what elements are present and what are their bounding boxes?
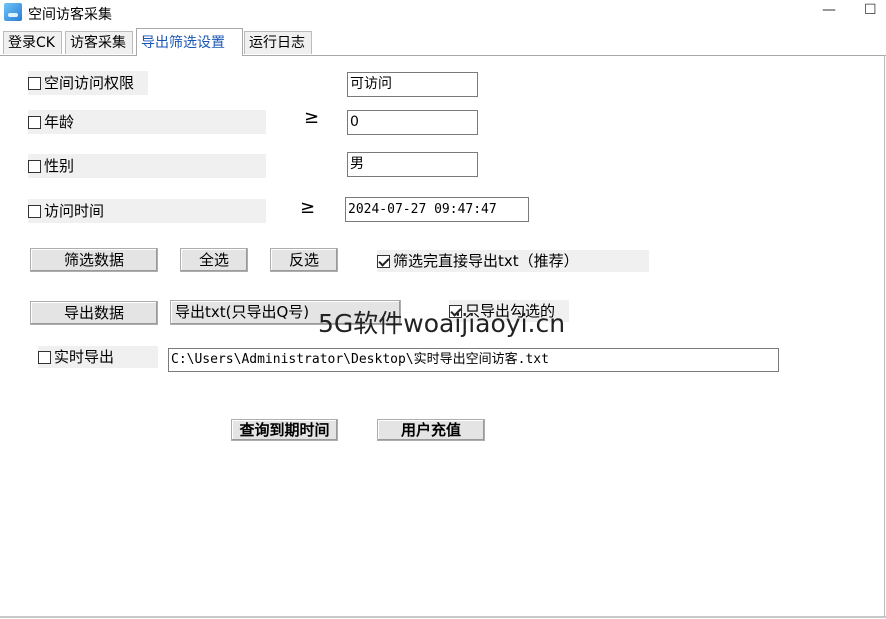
recharge-button[interactable]: 用户充值 <box>377 419 485 441</box>
maximize-button[interactable]: ☐ <box>864 2 877 18</box>
visit-time-checkbox[interactable]: 访问时间 <box>28 199 266 223</box>
export-after-filter-checkbox[interactable]: 筛选完直接导出txt（推荐） <box>377 250 649 272</box>
tab-login-ck[interactable]: 登录CK <box>3 31 62 54</box>
gender-checkbox[interactable]: 性别 <box>28 154 266 178</box>
age-checkbox[interactable]: 年龄 <box>28 110 266 134</box>
visit-time-operator: ≥ <box>300 197 316 218</box>
gender-field[interactable]: 男 <box>347 152 478 177</box>
age-label: 年龄 <box>44 113 75 131</box>
panel-border-right <box>884 55 885 616</box>
visit-time-label: 访问时间 <box>44 202 105 220</box>
access-permission-checkbox[interactable]: 空间访问权限 <box>28 71 148 95</box>
invert-selection-button[interactable]: 反选 <box>270 248 338 272</box>
filter-data-button[interactable]: 筛选数据 <box>30 248 158 272</box>
select-all-button[interactable]: 全选 <box>180 248 248 272</box>
realtime-export-checkbox[interactable]: 实时导出 <box>38 346 158 368</box>
export-data-button[interactable]: 导出数据 <box>30 301 158 325</box>
panel-border-bottom <box>0 616 886 618</box>
app-icon <box>4 3 22 21</box>
minimize-button[interactable]: — <box>822 2 836 18</box>
tab-export-filter-settings[interactable]: 导出筛选设置 <box>136 28 243 56</box>
tab-visitor-collect[interactable]: 访客采集 <box>65 31 133 54</box>
access-permission-label: 空间访问权限 <box>44 74 135 92</box>
realtime-export-label: 实时导出 <box>54 348 115 366</box>
checkbox-box[interactable] <box>38 351 51 364</box>
title-bar <box>0 0 886 26</box>
watermark-text: 5G软件woaijiaoyi.cn <box>318 309 566 338</box>
realtime-path-field[interactable]: C:\Users\Administrator\Desktop\实时导出空间访客.… <box>168 348 779 372</box>
visit-time-field[interactable]: 2024-07-27 09:47:47 <box>345 197 529 222</box>
checkbox-box[interactable] <box>28 205 41 218</box>
tab-run-log[interactable]: 运行日志 <box>244 31 312 54</box>
window-title: 空间访客采集 <box>28 7 112 23</box>
query-expiry-button[interactable]: 查询到期时间 <box>231 419 338 441</box>
age-operator: ≥ <box>304 107 320 128</box>
checkbox-box[interactable] <box>377 255 390 268</box>
age-field[interactable]: 0 <box>347 110 478 135</box>
checkbox-box[interactable] <box>28 116 41 129</box>
checkbox-box[interactable] <box>28 160 41 173</box>
checkbox-box[interactable] <box>28 77 41 90</box>
access-permission-field[interactable]: 可访问 <box>347 72 478 97</box>
export-after-filter-label: 筛选完直接导出txt（推荐） <box>393 252 579 270</box>
gender-label: 性别 <box>44 157 75 175</box>
